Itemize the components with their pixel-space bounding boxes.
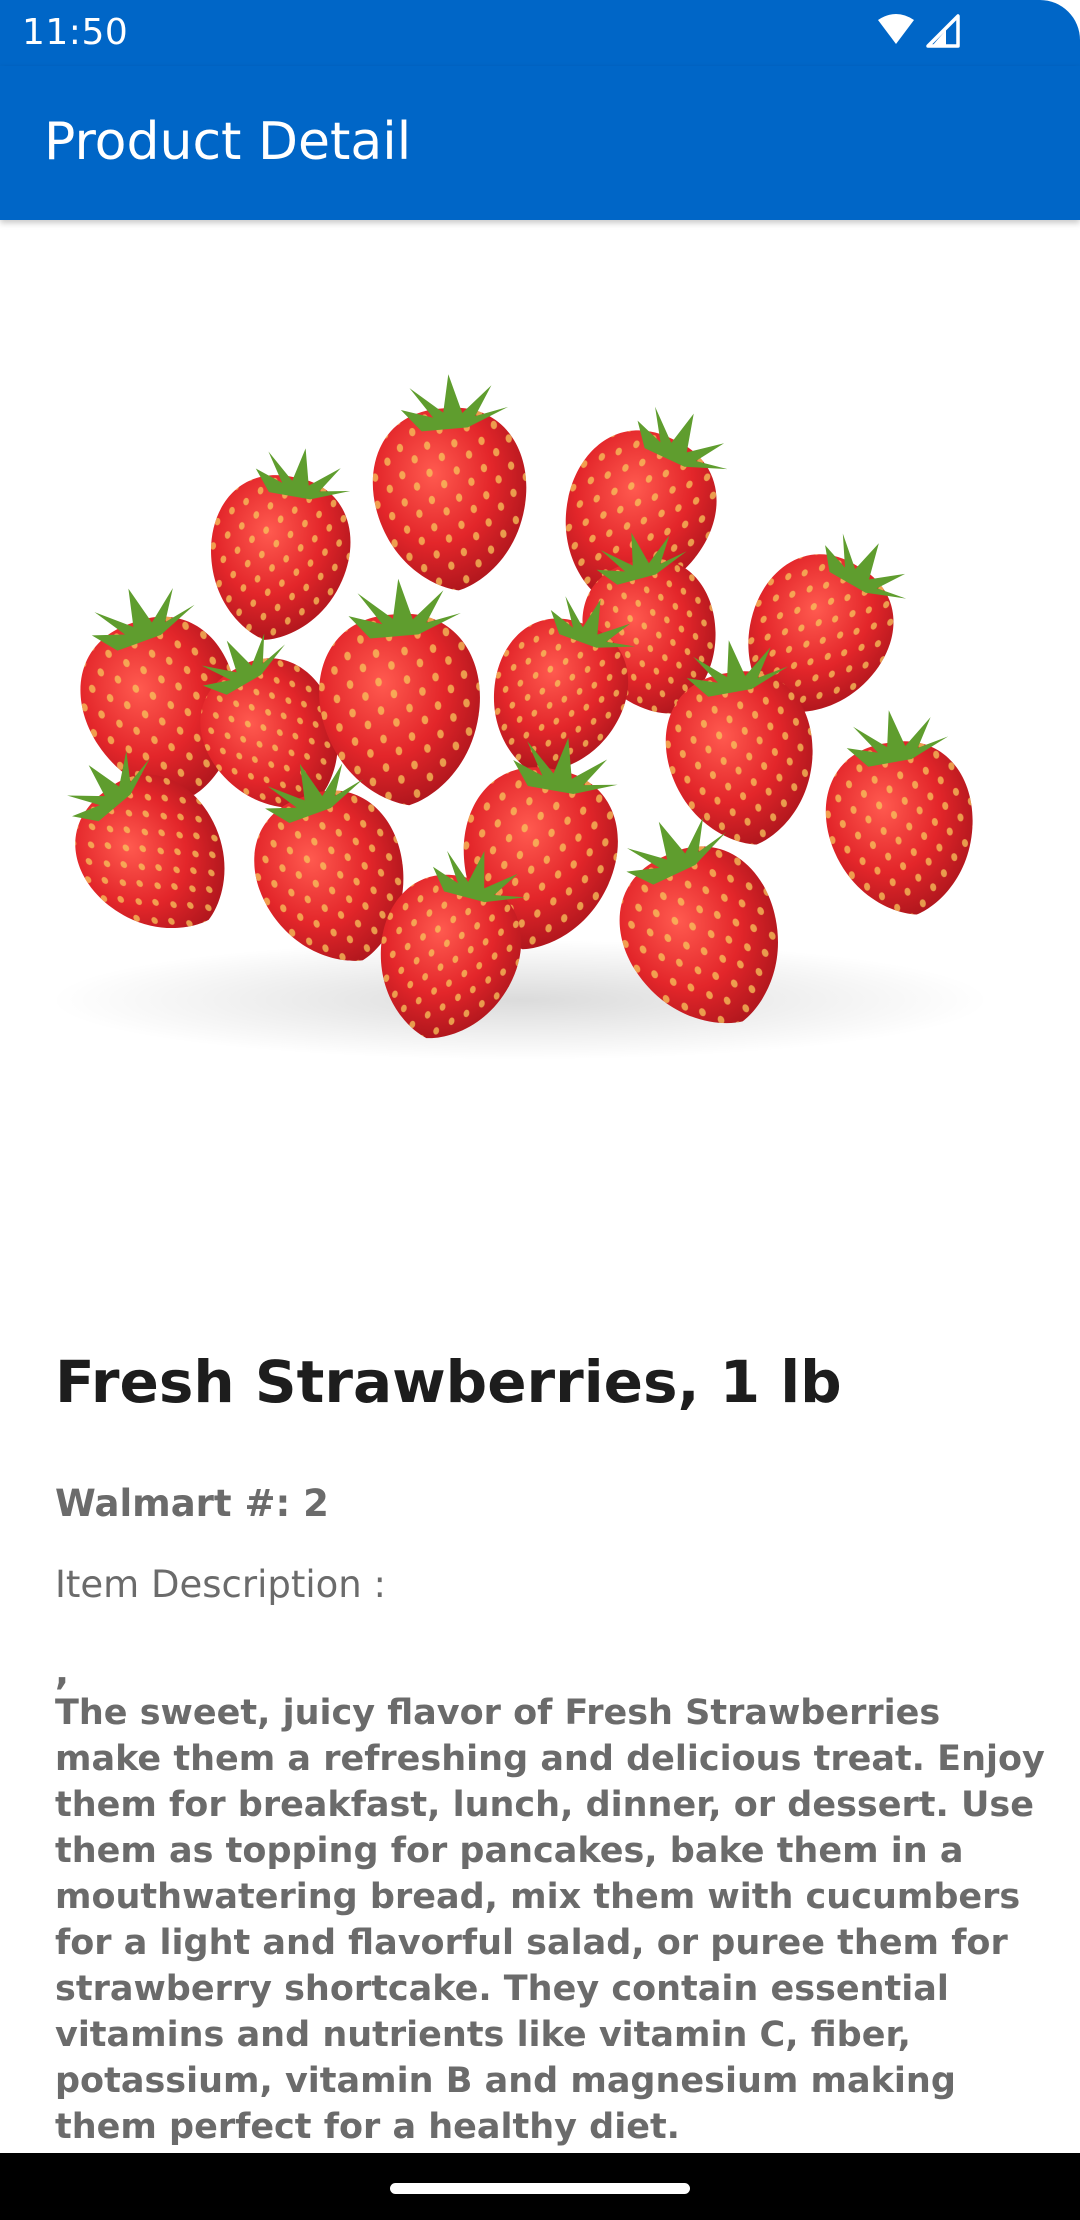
status-icons	[878, 14, 960, 48]
cellular-signal-icon	[926, 14, 960, 48]
item-description-label: Item Description :	[55, 1563, 386, 1606]
wifi-icon	[878, 14, 914, 44]
product-detail-screen: 11:50 Product Detail Fresh Strawberries,…	[0, 0, 1080, 2220]
system-navigation-bar	[0, 2153, 1080, 2220]
product-image	[29, 368, 990, 1060]
item-description-text: The sweet, juicy flavor of Fresh Strawbe…	[55, 1693, 1045, 2147]
item-description-prefix: ,	[55, 1650, 70, 1693]
status-time: 11:50	[22, 12, 129, 53]
page-title: Product Detail	[44, 112, 412, 172]
home-indicator[interactable]	[390, 2183, 690, 2194]
walmart-number: Walmart #: 2	[55, 1482, 329, 1525]
status-bar: 11:50	[0, 0, 1080, 66]
app-bar: Product Detail	[0, 66, 1080, 220]
product-name: Fresh Strawberries, 1 lb	[55, 1348, 842, 1416]
